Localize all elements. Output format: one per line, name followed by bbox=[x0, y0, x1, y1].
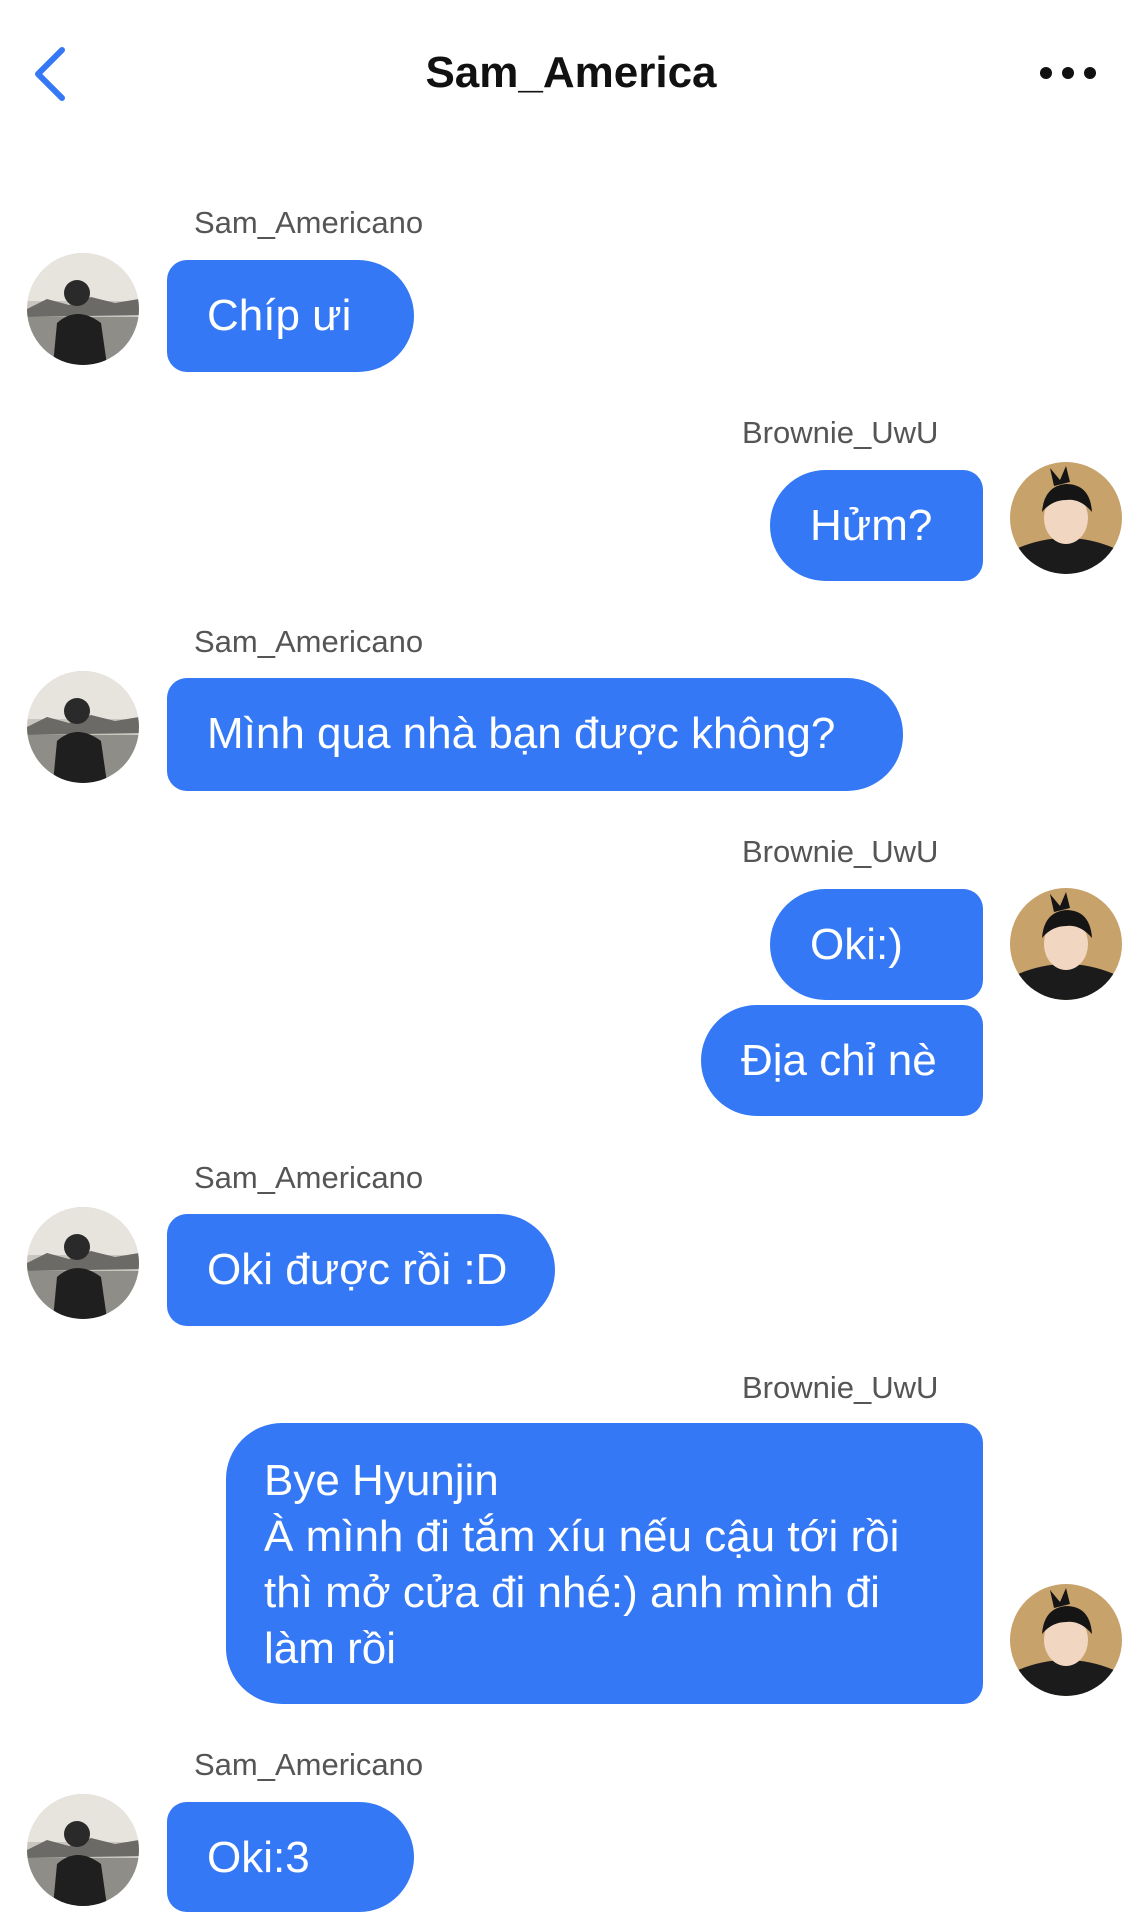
avatar[interactable] bbox=[27, 1794, 139, 1906]
sender-name: Sam_Americano bbox=[194, 1160, 424, 1195]
message-bubble[interactable]: Oki được rồi :D bbox=[167, 1214, 555, 1326]
chat-title: Sam_America bbox=[425, 48, 717, 97]
sender-name: Sam_Americano bbox=[194, 1747, 424, 1782]
message-bubble[interactable]: Mình qua nhà bạn được không? bbox=[167, 678, 903, 791]
message-bubble[interactable]: Hửm? bbox=[770, 470, 983, 581]
message-bubble[interactable]: Oki:) bbox=[770, 889, 983, 1000]
chat-header: Sam_America bbox=[0, 0, 1142, 150]
avatar[interactable] bbox=[1010, 462, 1122, 574]
avatar[interactable] bbox=[27, 253, 139, 365]
sender-name: Brownie_UwU bbox=[742, 834, 939, 869]
sender-name: Brownie_UwU bbox=[742, 1370, 939, 1405]
sender-name: Sam_Americano bbox=[194, 624, 424, 659]
more-horizontal-icon[interactable] bbox=[1036, 58, 1100, 88]
message-bubble[interactable]: Oki:3 bbox=[167, 1802, 414, 1912]
sender-name: Brownie_UwU bbox=[742, 415, 939, 450]
avatar[interactable] bbox=[1010, 1584, 1122, 1696]
message-bubble[interactable]: Chíp ưi bbox=[167, 260, 414, 372]
avatar[interactable] bbox=[27, 1207, 139, 1319]
message-bubble[interactable]: Địa chỉ nè bbox=[701, 1005, 983, 1116]
avatar[interactable] bbox=[1010, 888, 1122, 1000]
sender-name: Sam_Americano bbox=[194, 205, 424, 240]
avatar[interactable] bbox=[27, 671, 139, 783]
message-bubble[interactable]: Bye Hyunjin À mình đi tắm xíu nếu cậu tớ… bbox=[226, 1423, 983, 1704]
